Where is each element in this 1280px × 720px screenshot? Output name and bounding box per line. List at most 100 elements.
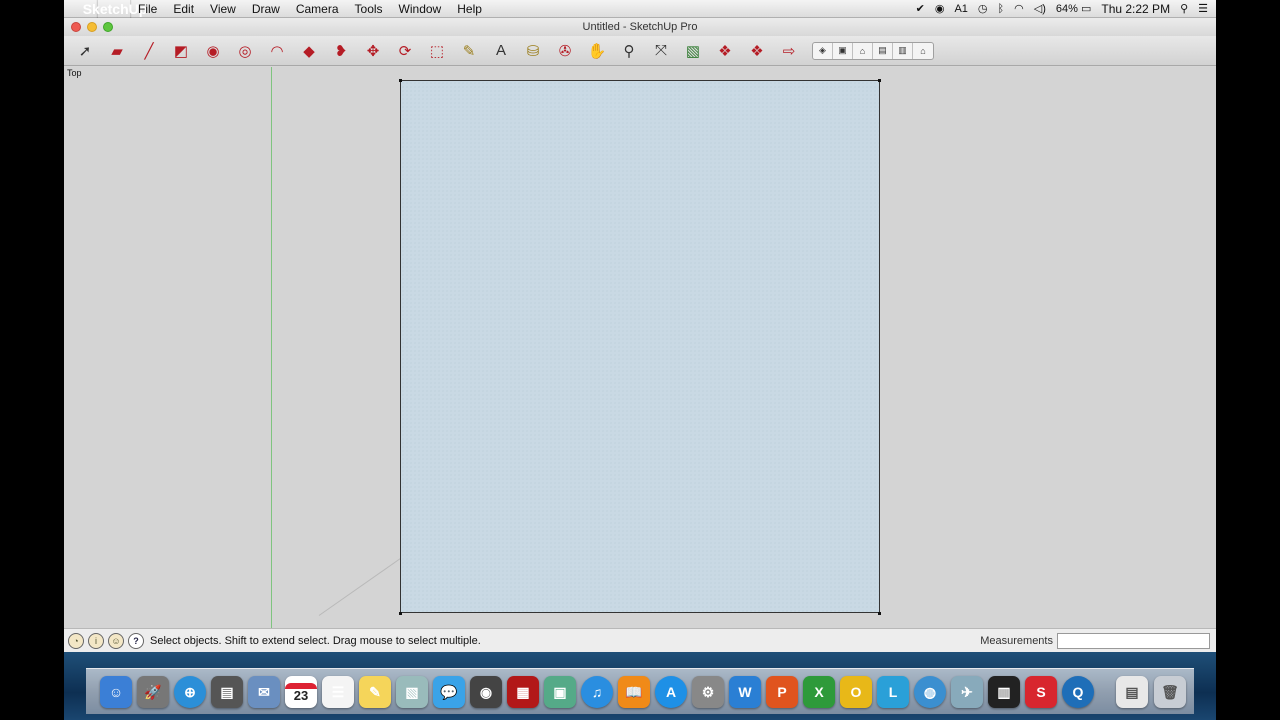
iphoto-app-icon[interactable]: ▣ [544, 676, 576, 708]
share-model-tool-icon[interactable]: ❖ [746, 40, 768, 62]
axis-guide-line [318, 557, 402, 616]
network-app-icon[interactable]: ◍ [914, 676, 946, 708]
photo-browser-app-icon[interactable]: ▤ [211, 676, 243, 708]
launchpad-app-icon[interactable]: 🚀 [137, 676, 169, 708]
title-bar: Untitled - SketchUp Pro [64, 18, 1216, 36]
outlook-app-icon[interactable]: O [840, 676, 872, 708]
menu-draw[interactable]: Draw [244, 2, 288, 16]
move-tool-icon[interactable]: ✥ [362, 40, 384, 62]
zoom-tool-icon[interactable]: ⚲ [618, 40, 640, 62]
lync-app-icon[interactable]: L [877, 676, 909, 708]
green-axis-line [271, 67, 272, 628]
notes-app-icon[interactable]: ✎ [359, 676, 391, 708]
corner-marker [399, 612, 402, 615]
back-view-icon[interactable]: ▥ [893, 42, 913, 59]
rectangle-tool-icon[interactable]: ◩ [170, 40, 192, 62]
menu-bar: SketchUp File Edit View Draw Camera Tool… [64, 0, 1216, 18]
preview-app-icon[interactable]: ▧ [396, 676, 428, 708]
menu-edit[interactable]: Edit [165, 2, 202, 16]
quicktime-app-icon[interactable]: Q [1062, 676, 1094, 708]
calendar-app-icon[interactable]: 23 [285, 676, 317, 708]
reminders-app-icon[interactable]: ☰ [322, 676, 354, 708]
tape-measure-tool-icon[interactable]: ✎ [458, 40, 480, 62]
record-icon[interactable]: ◉ [935, 2, 945, 15]
menu-help[interactable]: Help [449, 2, 490, 16]
wifi-icon[interactable]: ◠ [1014, 2, 1024, 15]
system-preferences-app-icon[interactable]: ⚙ [692, 676, 724, 708]
clock[interactable]: Thu 2:22 PM [1101, 2, 1170, 16]
menu-window[interactable]: Window [391, 2, 450, 16]
top-view-icon[interactable]: ▣ [833, 42, 853, 59]
geolocation-icon[interactable]: ◔ [68, 632, 84, 649]
menu-file[interactable]: File [130, 2, 165, 16]
section-plane-tool-icon[interactable]: ▧ [682, 40, 704, 62]
documents-stack-icon[interactable]: ▤ [1116, 676, 1148, 708]
checkmark-icon[interactable]: ✔ [916, 2, 925, 15]
drawn-rectangle-face[interactable] [400, 80, 880, 613]
zoom-extents-tool-icon[interactable]: ⤧ [650, 40, 672, 62]
measurements-input[interactable] [1057, 632, 1210, 649]
view-label: Top [67, 68, 82, 78]
notification-center-icon[interactable]: ☰ [1198, 2, 1208, 15]
itunes-app-icon[interactable]: ♫ [581, 676, 613, 708]
menu-view[interactable]: View [202, 2, 244, 16]
standard-views-group: ◈ ▣ ⌂ ▤ ▥ ⌂ [812, 41, 934, 60]
warehouse-tool-icon[interactable]: ❖ [714, 40, 736, 62]
photo-booth-app-icon[interactable]: ▦ [507, 676, 539, 708]
circle-tool-icon[interactable]: ◉ [202, 40, 224, 62]
pan-tool-icon[interactable]: ✋ [586, 40, 608, 62]
word-app-icon[interactable]: W [729, 676, 761, 708]
minimize-window-button[interactable] [87, 22, 97, 32]
trash-bin-icon[interactable]: 🗑 [1154, 676, 1186, 708]
right-view-icon[interactable]: ▤ [873, 42, 893, 59]
eraser-tool-icon[interactable]: ▰ [106, 40, 128, 62]
text-tool-icon[interactable]: A [490, 40, 512, 62]
line-tool-icon[interactable]: ╱ [138, 40, 160, 62]
time-machine-icon[interactable]: ◷ [978, 2, 988, 15]
window-title: Untitled - SketchUp Pro [582, 21, 698, 33]
rotate-tool-icon[interactable]: ⟳ [394, 40, 416, 62]
powerpoint-app-icon[interactable]: P [766, 676, 798, 708]
main-toolbar: ➚ ▰ ╱ ◩ ◉ ◎ ◠ ◆ ❥ ✥ ⟳ ⬚ ✎ A ⛁ ✇ ✋ ⚲ ⤧ ▧ … [64, 36, 1216, 66]
finder-app-icon[interactable]: ☺ [100, 676, 132, 708]
help-icon[interactable]: ? [128, 632, 144, 649]
safari-app-icon[interactable]: ⊕ [174, 676, 206, 708]
polygon-tool-icon[interactable]: ◎ [234, 40, 256, 62]
mail-app-icon[interactable]: ✉ [248, 676, 280, 708]
orbit-tool-icon[interactable]: ✇ [554, 40, 576, 62]
ibooks-app-icon[interactable]: 📖 [618, 676, 650, 708]
iso-view-icon[interactable]: ◈ [813, 42, 833, 59]
keyboard-app-icon[interactable]: ▥ [988, 676, 1020, 708]
push-pull-tool-icon[interactable]: ◆ [298, 40, 320, 62]
image-capture-app-icon[interactable]: ✈ [951, 676, 983, 708]
sketchup-app-icon[interactable]: S [1025, 676, 1057, 708]
bluetooth-icon[interactable]: ᛒ [998, 3, 1005, 15]
arc-tool-icon[interactable]: ◠ [266, 40, 288, 62]
adobe-icon[interactable]: A1 [954, 3, 967, 15]
status-menus: ✔ ◉ A1 ◷ ᛒ ◠ ◁) 64% ▭ Thu 2:22 PM ⚲ ☰ [916, 2, 1216, 16]
menu-tools[interactable]: Tools [347, 2, 391, 16]
extension-tool-icon[interactable]: ⇨ [778, 40, 800, 62]
sketchup-window: Untitled - SketchUp Pro ➚ ▰ ╱ ◩ ◉ ◎ ◠ ◆ … [64, 18, 1216, 652]
app-store-app-icon[interactable]: A [655, 676, 687, 708]
excel-app-icon[interactable]: X [803, 676, 835, 708]
paint-bucket-tool-icon[interactable]: ⛁ [522, 40, 544, 62]
volume-icon[interactable]: ◁) [1034, 2, 1046, 15]
scale-tool-icon[interactable]: ⬚ [426, 40, 448, 62]
battery-status[interactable]: 64% ▭ [1056, 2, 1091, 15]
follow-me-tool-icon[interactable]: ❥ [330, 40, 352, 62]
dock-trailing-items: ▤ 🗑 [1116, 676, 1186, 708]
drawing-viewport[interactable]: Top [64, 67, 1216, 628]
select-tool-icon[interactable]: ➚ [74, 40, 96, 62]
menu-camera[interactable]: Camera [288, 2, 347, 16]
messages-app-icon[interactable]: 💬 [433, 676, 465, 708]
credits-icon[interactable]: i [88, 632, 104, 649]
measurements-label: Measurements [980, 634, 1053, 647]
close-window-button[interactable] [71, 22, 81, 32]
left-view-icon[interactable]: ⌂ [913, 43, 933, 59]
user-icon[interactable]: ☺ [108, 632, 124, 649]
spotlight-icon[interactable]: ⚲ [1180, 2, 1188, 15]
zoom-window-button[interactable] [103, 22, 113, 32]
facetime-app-icon[interactable]: ◉ [470, 676, 502, 708]
front-view-icon[interactable]: ⌂ [853, 42, 873, 59]
